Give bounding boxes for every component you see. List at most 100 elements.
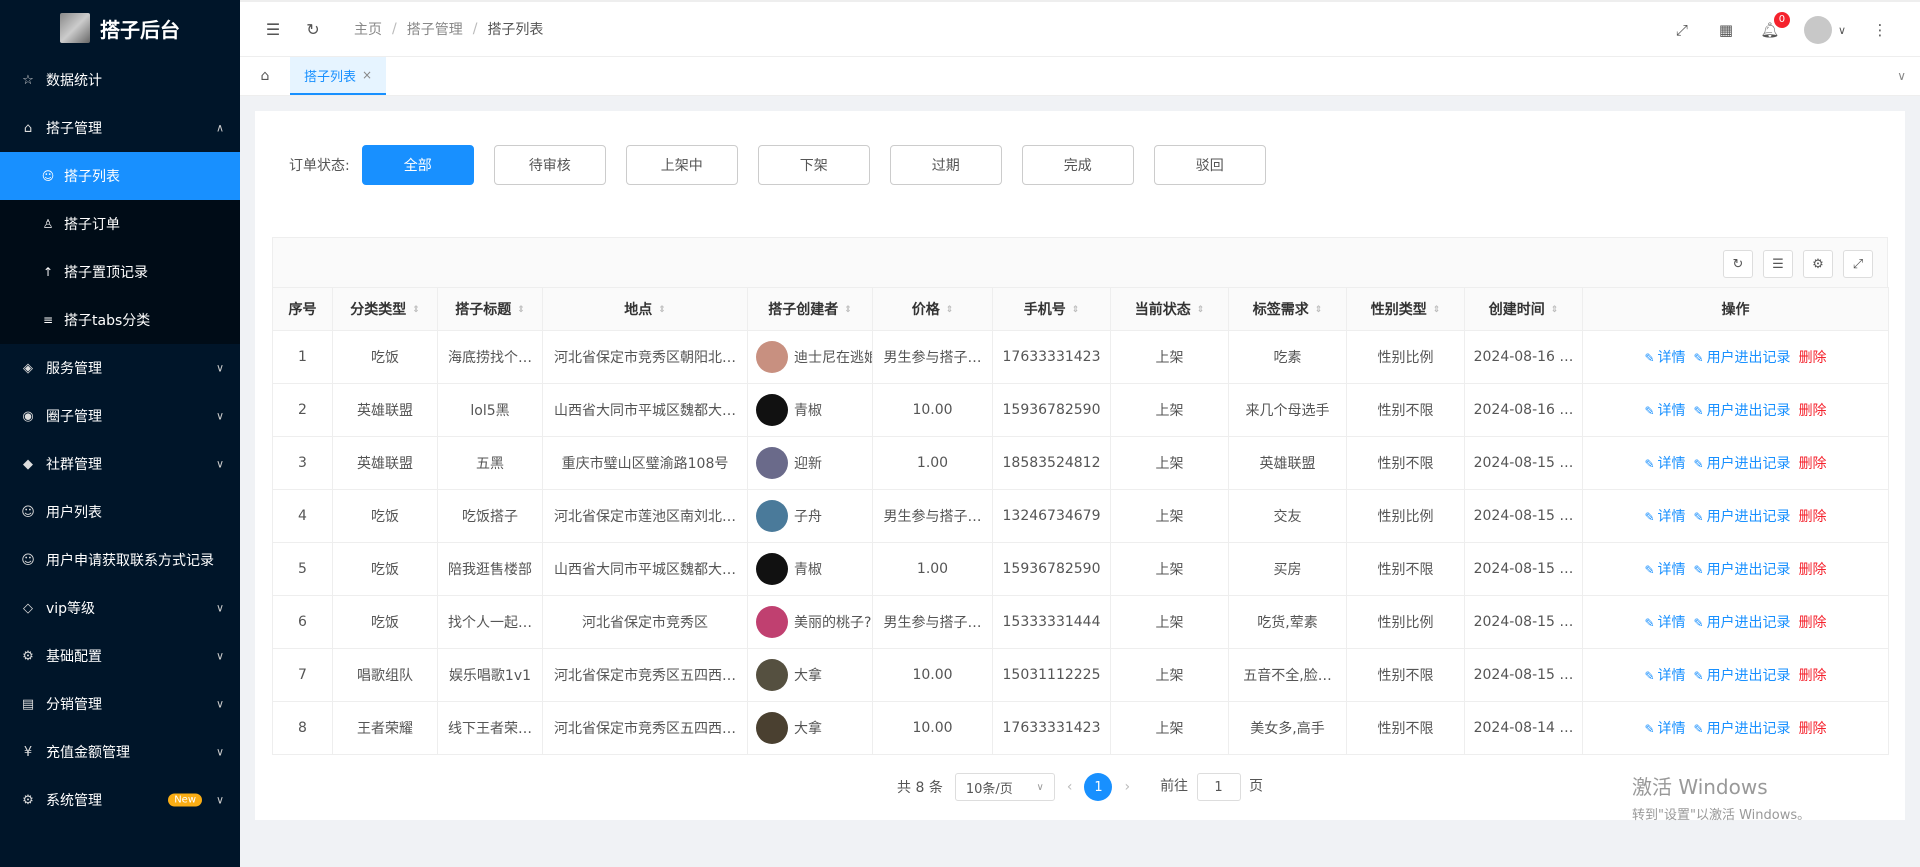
records-link[interactable]: ✎ 用户进出记录 xyxy=(1694,559,1791,579)
sidebar-item-7[interactable]: ◇ vip等级 ∨ xyxy=(0,584,240,632)
detail-link[interactable]: ✎ 详情 xyxy=(1644,506,1685,526)
sidebar-item-1[interactable]: ⌂ 搭子管理 ∧ xyxy=(0,104,240,152)
detail-link[interactable]: ✎ 详情 xyxy=(1644,559,1685,579)
filter-button-2[interactable]: 上架中 xyxy=(625,145,738,185)
records-link[interactable]: ✎ 用户进出记录 xyxy=(1694,347,1791,367)
logo[interactable]: 搭子后台 xyxy=(0,0,240,56)
filter-button-5[interactable]: 完成 xyxy=(1021,145,1134,185)
refresh-icon[interactable]: ↻ xyxy=(1723,250,1753,278)
more-vertical-icon[interactable]: ⋮ xyxy=(1870,20,1890,40)
column-header-2[interactable]: 搭子标题 ⇕ xyxy=(437,287,543,331)
sort-icon[interactable]: ⇕ xyxy=(412,305,420,315)
sidebar-subitem-1-1[interactable]: ♙ 搭子订单 xyxy=(0,200,240,248)
sidebar-item-9[interactable]: ▤ 分销管理 ∨ xyxy=(0,680,240,728)
sidebar-item-5[interactable]: ☺ 用户列表 xyxy=(0,488,240,536)
detail-link[interactable]: ✎ 详情 xyxy=(1644,347,1685,367)
tab-dazi-list[interactable]: 搭子列表 × xyxy=(290,57,387,95)
sidebar-subitem-1-0[interactable]: ☺ 搭子列表 xyxy=(0,152,240,200)
column-header-4[interactable]: 搭子创建者 ⇕ xyxy=(747,287,873,331)
sidebar-item-11[interactable]: ⚙ 系统管理 New ∨ xyxy=(0,776,240,824)
detail-link[interactable]: ✎ 详情 xyxy=(1644,665,1685,685)
sort-icon[interactable]: ⇕ xyxy=(1315,305,1323,315)
sort-icon[interactable]: ⇕ xyxy=(658,305,666,315)
user-menu[interactable]: ∨ xyxy=(1803,16,1846,44)
fullscreen-icon[interactable]: ⤢ xyxy=(1843,250,1873,278)
filter-button-0[interactable]: 全部 xyxy=(361,145,474,185)
page-number-current[interactable]: 1 xyxy=(1084,773,1113,801)
chevron-down-icon[interactable]: ∨ xyxy=(1897,69,1906,83)
records-link[interactable]: ✎ 用户进出记录 xyxy=(1694,612,1791,632)
column-header-11[interactable]: 操作 xyxy=(1582,287,1889,331)
menu-fold-icon[interactable]: ☰ xyxy=(264,20,282,39)
detail-link[interactable]: ✎ 详情 xyxy=(1644,400,1685,420)
sidebar-subitem-1-3[interactable]: ≡ 搭子tabs分类 xyxy=(0,296,240,344)
prev-page-icon[interactable]: ‹ xyxy=(1067,779,1073,795)
records-link[interactable]: ✎ 用户进出记录 xyxy=(1694,400,1791,420)
sidebar-item-4[interactable]: ◆ 社群管理 ∨ xyxy=(0,440,240,488)
sidebar-item-8[interactable]: ⚙ 基础配置 ∨ xyxy=(0,632,240,680)
delete-link[interactable]: 删除 xyxy=(1799,612,1827,632)
filter-button-3[interactable]: 下架 xyxy=(757,145,870,185)
delete-link[interactable]: 删除 xyxy=(1799,559,1827,579)
refresh-icon[interactable]: ↻ xyxy=(304,20,322,39)
delete-link[interactable]: 删除 xyxy=(1799,347,1827,367)
goto-page-input[interactable]: 1 xyxy=(1196,773,1241,801)
fullscreen-icon[interactable]: ⤢ xyxy=(1672,20,1692,40)
table-cell: 找个人一起… xyxy=(437,595,543,649)
breadcrumb-home[interactable]: 主页 xyxy=(354,19,382,39)
delete-link[interactable]: 删除 xyxy=(1799,665,1827,685)
cell-value: 买房 xyxy=(1273,562,1302,578)
sidebar-item-6[interactable]: ☺ 用户申请获取联系方式记录 xyxy=(0,536,240,584)
page-size-select[interactable]: 10条/页 ∨ xyxy=(954,773,1055,801)
detail-link[interactable]: ✎ 详情 xyxy=(1644,718,1685,738)
filter-button-6[interactable]: 驳回 xyxy=(1153,145,1266,185)
delete-link[interactable]: 删除 xyxy=(1799,506,1827,526)
sidebar-item-3[interactable]: ◉ 圈子管理 ∨ xyxy=(0,392,240,440)
close-icon[interactable]: × xyxy=(362,68,372,82)
home-icon[interactable]: ⌂ xyxy=(240,57,290,95)
sidebar-item-0[interactable]: ☆ 数据统计 xyxy=(0,56,240,104)
detail-link[interactable]: ✎ 详情 xyxy=(1644,612,1685,632)
records-link[interactable]: ✎ 用户进出记录 xyxy=(1694,506,1791,526)
breadcrumb-section[interactable]: 搭子管理 xyxy=(407,19,463,39)
sidebar-subitem-1-2[interactable]: ↑ 搭子置顶记录 xyxy=(0,248,240,296)
sort-icon[interactable]: ⇕ xyxy=(1433,305,1441,315)
column-header-7[interactable]: 当前状态 ⇕ xyxy=(1110,287,1229,331)
tabs-bar: ⌂ 搭子列表 × ∨ xyxy=(240,56,1920,96)
chevron-down-icon: ∨ xyxy=(215,793,224,807)
settings-icon[interactable]: ⚙ xyxy=(1803,250,1833,278)
column-header-9[interactable]: 性别类型 ⇕ xyxy=(1346,287,1465,331)
translate-icon[interactable]: ▦ xyxy=(1716,20,1736,40)
sidebar-item-10[interactable]: ¥ 充值金额管理 ∨ xyxy=(0,728,240,776)
next-page-icon[interactable]: › xyxy=(1124,779,1130,795)
column-header-10[interactable]: 创建时间 ⇕ xyxy=(1464,287,1583,331)
detail-link[interactable]: ✎ 详情 xyxy=(1644,453,1685,473)
column-header-8[interactable]: 标签需求 ⇕ xyxy=(1228,287,1347,331)
density-icon[interactable]: ☰ xyxy=(1763,250,1793,278)
column-header-0[interactable]: 序号 xyxy=(272,287,333,331)
cell-value: 7 xyxy=(298,667,307,683)
table-cell: 2024-08-15 … xyxy=(1464,489,1583,543)
filter-button-1[interactable]: 待审核 xyxy=(493,145,606,185)
records-link[interactable]: ✎ 用户进出记录 xyxy=(1694,718,1791,738)
delete-link[interactable]: 删除 xyxy=(1799,718,1827,738)
sort-icon[interactable]: ⇕ xyxy=(946,305,954,315)
sidebar-item-2[interactable]: ◈ 服务管理 ∨ xyxy=(0,344,240,392)
column-header-1[interactable]: 分类类型 ⇕ xyxy=(332,287,438,331)
sort-icon[interactable]: ⇕ xyxy=(1197,305,1205,315)
sort-icon[interactable]: ⇕ xyxy=(844,305,852,315)
sort-icon[interactable]: ⇕ xyxy=(1551,305,1559,315)
records-link[interactable]: ✎ 用户进出记录 xyxy=(1694,453,1791,473)
sort-icon[interactable]: ⇕ xyxy=(1072,305,1080,315)
creator-name: 大拿 xyxy=(794,668,822,684)
edit-icon: ✎ xyxy=(1644,669,1655,683)
filter-button-4[interactable]: 过期 xyxy=(889,145,1002,185)
column-header-6[interactable]: 手机号 ⇕ xyxy=(992,287,1111,331)
delete-link[interactable]: 删除 xyxy=(1799,400,1827,420)
sort-icon[interactable]: ⇕ xyxy=(517,305,525,315)
column-header-3[interactable]: 地点 ⇕ xyxy=(542,287,748,331)
delete-link[interactable]: 删除 xyxy=(1799,453,1827,473)
records-link[interactable]: ✎ 用户进出记录 xyxy=(1694,665,1791,685)
column-header-5[interactable]: 价格 ⇕ xyxy=(872,287,993,331)
bell-icon[interactable]: 🔔︎ 0 xyxy=(1760,12,1790,40)
